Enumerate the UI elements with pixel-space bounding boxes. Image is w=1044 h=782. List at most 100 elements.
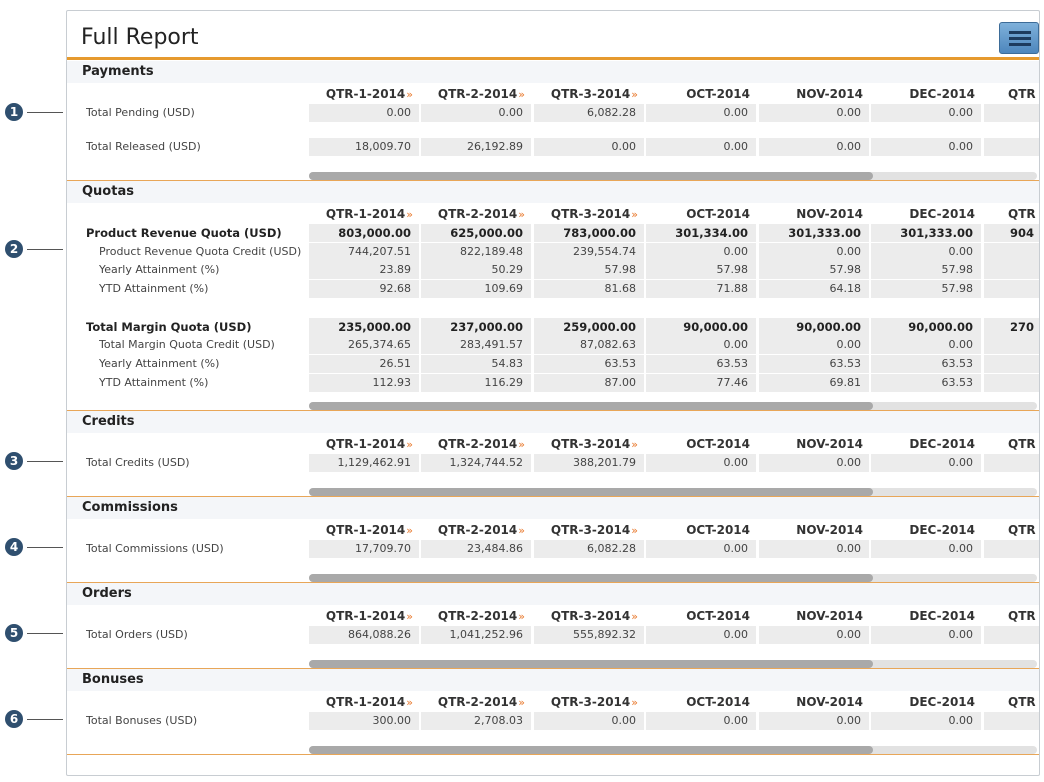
column-header[interactable]: QTR-3-2014»: [534, 609, 638, 623]
table-cell: 0.00: [646, 712, 756, 730]
table-cell: 0.00: [646, 243, 756, 261]
callout-3-leader: [27, 461, 63, 462]
credits-section-title: Credits: [82, 414, 135, 429]
column-header: DEC-2014: [871, 695, 975, 709]
expand-arrow-icon[interactable]: »: [518, 88, 525, 101]
column-header-label: NOV-2014: [796, 87, 863, 101]
expand-arrow-icon[interactable]: »: [406, 524, 413, 537]
table-cell: 63.53: [759, 355, 869, 373]
column-header[interactable]: QTR-1-2014»: [309, 609, 413, 623]
column-header-label: QTR-2-2014: [437, 523, 518, 537]
commissions-section-header: Commissions: [67, 497, 1039, 519]
expand-arrow-icon[interactable]: »: [406, 696, 413, 709]
hamburger-menu-icon[interactable]: [999, 22, 1039, 54]
bonuses-section-title: Bonuses: [82, 672, 144, 687]
table-cell: 81.68: [534, 280, 644, 298]
column-header: DEC-2014: [871, 609, 975, 623]
column-header[interactable]: QTR-1-2014»: [309, 523, 413, 537]
callout-1-leader: [27, 112, 63, 113]
table-cell: 90,000.00: [759, 318, 869, 336]
expand-arrow-icon[interactable]: »: [631, 208, 638, 221]
column-header-label: DEC-2014: [909, 207, 975, 221]
column-header[interactable]: QTR-1-2014»: [309, 87, 413, 101]
scrollbar-thumb[interactable]: [309, 746, 873, 754]
column-header-label: NOV-2014: [796, 695, 863, 709]
expand-arrow-icon[interactable]: »: [406, 610, 413, 623]
scrollbar-thumb[interactable]: [309, 402, 873, 410]
expand-arrow-icon[interactable]: »: [518, 610, 525, 623]
expand-arrow-icon[interactable]: »: [518, 438, 525, 451]
column-header[interactable]: QTR-2-2014»: [421, 87, 525, 101]
column-header-label: QTR-1-2014: [325, 207, 406, 221]
column-header: NOV-2014: [759, 437, 863, 451]
callout-2-leader: [27, 249, 63, 250]
expand-arrow-icon[interactable]: »: [631, 610, 638, 623]
column-header[interactable]: QTR-3-2014»: [534, 437, 638, 451]
column-header-label: QTR-2-2014: [437, 695, 518, 709]
horizontal-scrollbar[interactable]: [309, 488, 1037, 496]
orders-section-title: Orders: [82, 586, 132, 601]
section-divider: [67, 754, 1039, 755]
menu-bar-3: [1009, 43, 1031, 46]
table-cell: 300.00: [309, 712, 419, 730]
table-cell: 17,709.70: [309, 540, 419, 558]
row-label: Total Commissions (USD): [86, 542, 224, 555]
menu-bar-2: [1009, 37, 1031, 40]
table-cell: 0.00: [871, 454, 981, 472]
table-cell: 63.53: [646, 355, 756, 373]
row-label: Product Revenue Quota Credit (USD): [99, 245, 302, 258]
scrollbar-thumb[interactable]: [309, 488, 873, 496]
expand-arrow-icon[interactable]: »: [406, 208, 413, 221]
expand-arrow-icon[interactable]: »: [406, 438, 413, 451]
table-cell: 0.00: [759, 336, 869, 354]
column-header[interactable]: QTR-2-2014»: [421, 523, 525, 537]
column-header[interactable]: QTR-3-2014»: [534, 207, 638, 221]
scrollbar-thumb[interactable]: [309, 660, 873, 668]
expand-arrow-icon[interactable]: »: [631, 696, 638, 709]
column-header-label: OCT-2014: [686, 207, 750, 221]
column-header-label: NOV-2014: [796, 609, 863, 623]
horizontal-scrollbar[interactable]: [309, 660, 1037, 668]
table-cell: 26.51: [309, 355, 419, 373]
column-header[interactable]: QTR-1-2014»: [309, 437, 413, 451]
table-cell: 0.00: [759, 540, 869, 558]
column-header[interactable]: QTR-1-2014»: [309, 207, 413, 221]
column-header: DEC-2014: [871, 87, 975, 101]
expand-arrow-icon[interactable]: »: [631, 88, 638, 101]
expand-arrow-icon[interactable]: »: [518, 696, 525, 709]
column-header[interactable]: QTR-2-2014»: [421, 695, 525, 709]
expand-arrow-icon[interactable]: »: [518, 208, 525, 221]
table-cell: 0.00: [759, 454, 869, 472]
table-cell: 388,201.79: [534, 454, 644, 472]
expand-arrow-icon[interactable]: »: [631, 524, 638, 537]
column-header-label: NOV-2014: [796, 437, 863, 451]
table-cell: 0.00: [646, 336, 756, 354]
column-header-label: DEC-2014: [909, 87, 975, 101]
scrollbar-thumb[interactable]: [309, 574, 873, 582]
row-label: Total Bonuses (USD): [86, 714, 198, 727]
table-cell: [984, 261, 1039, 279]
column-header[interactable]: QTR-2-2014»: [421, 609, 525, 623]
column-header[interactable]: QTR-1-2014»: [309, 695, 413, 709]
column-header[interactable]: QTR-3-2014»: [534, 523, 638, 537]
column-header[interactable]: QTR-3-2014»: [534, 695, 638, 709]
horizontal-scrollbar[interactable]: [309, 172, 1037, 180]
column-header: NOV-2014: [759, 207, 863, 221]
table-cell: 625,000.00: [421, 224, 531, 242]
expand-arrow-icon[interactable]: »: [518, 524, 525, 537]
horizontal-scrollbar[interactable]: [309, 746, 1037, 754]
quotas-section-title: Quotas: [82, 184, 134, 199]
column-header[interactable]: QTR-3-2014»: [534, 87, 638, 101]
horizontal-scrollbar[interactable]: [309, 402, 1037, 410]
table-cell: 0.00: [421, 104, 531, 122]
scrollbar-thumb[interactable]: [309, 172, 873, 180]
column-header[interactable]: QTR-2-2014»: [421, 437, 525, 451]
column-header-label: QTR-1-2014: [325, 437, 406, 451]
column-header-label: QTR-3-2014: [550, 437, 631, 451]
column-header[interactable]: QTR-2-2014»: [421, 207, 525, 221]
horizontal-scrollbar[interactable]: [309, 574, 1037, 582]
table-cell: 23.89: [309, 261, 419, 279]
column-header: DEC-2014: [871, 437, 975, 451]
expand-arrow-icon[interactable]: »: [406, 88, 413, 101]
expand-arrow-icon[interactable]: »: [631, 438, 638, 451]
